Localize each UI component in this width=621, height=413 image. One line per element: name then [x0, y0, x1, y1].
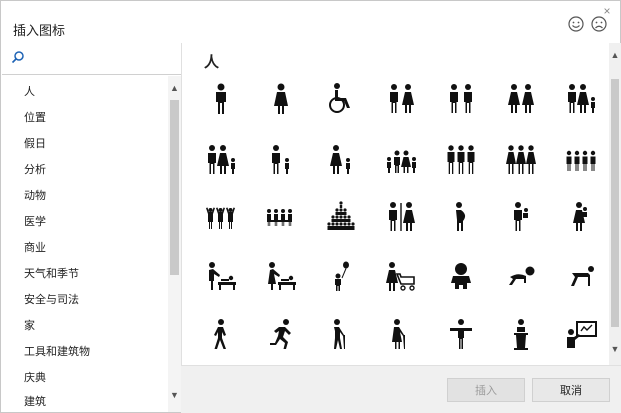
speaker-at-podium-icon[interactable]: [499, 313, 543, 357]
family-with-child-icon[interactable]: [559, 77, 603, 121]
icon-gallery: 人: [181, 43, 609, 365]
presenter-at-board-icon[interactable]: [559, 313, 603, 357]
three-women-icon[interactable]: [499, 138, 543, 182]
man-icon[interactable]: [199, 77, 243, 121]
category-item-business[interactable]: 商业: [24, 239, 46, 255]
woman-with-child-icon[interactable]: [319, 138, 363, 182]
category-item-holidays[interactable]: 假日: [24, 135, 46, 151]
search-input[interactable]: [2, 43, 181, 75]
scroll-thumb[interactable]: [611, 79, 619, 327]
woman-icon[interactable]: [259, 77, 303, 121]
baby-icon[interactable]: [439, 255, 483, 299]
wheelchair-icon[interactable]: [319, 77, 363, 121]
crowd-pyramid-icon[interactable]: [319, 195, 363, 239]
search-icon: [11, 51, 24, 64]
two-women-icon[interactable]: [499, 77, 543, 121]
man-with-child-icon[interactable]: [259, 138, 303, 182]
category-item-analytics[interactable]: 分析: [24, 161, 46, 177]
child-with-balloon-icon[interactable]: [319, 255, 363, 299]
crawling-baby-icon[interactable]: [499, 255, 543, 299]
category-item-medical[interactable]: 医学: [24, 213, 46, 229]
insert-icons-dialog: 插入图标 × 人 位置 假日 分析 动物 医学 商业 天气和季节 安全与司法 家…: [0, 0, 621, 413]
person-arms-out-icon[interactable]: [439, 313, 483, 357]
cancel-button[interactable]: 取消: [532, 378, 610, 402]
chevron-up-icon[interactable]: ▲: [168, 82, 181, 95]
three-men-icon[interactable]: [439, 138, 483, 182]
category-item-buildings[interactable]: 建筑: [24, 393, 46, 409]
cheering-group-icon[interactable]: [199, 195, 243, 239]
running-person-icon[interactable]: [259, 313, 303, 357]
category-item-people[interactable]: 人: [24, 83, 35, 99]
close-icon[interactable]: ×: [600, 4, 614, 18]
category-list: 人 位置 假日 分析 动物 医学 商业 天气和季节 安全与司法 家 工具和建筑物…: [2, 76, 168, 412]
icon-gallery-scrollbar[interactable]: ▲ ▼: [609, 43, 621, 365]
category-item-safety[interactable]: 安全与司法: [24, 291, 79, 307]
insert-button[interactable]: 插入: [447, 378, 525, 402]
woman-carrying-baby-icon[interactable]: [559, 195, 603, 239]
chevron-down-icon[interactable]: ▼: [168, 389, 181, 402]
restroom-sign-icon[interactable]: [379, 195, 423, 239]
man-carrying-baby-icon[interactable]: [499, 195, 543, 239]
man-changing-baby-icon[interactable]: [199, 255, 243, 299]
chevron-up-icon[interactable]: ▲: [609, 49, 621, 62]
chevron-down-icon[interactable]: ▼: [609, 343, 621, 356]
two-men-icon[interactable]: [439, 77, 483, 121]
category-item-home[interactable]: 家: [24, 317, 35, 333]
dialog-footer: 插入 取消: [181, 365, 621, 413]
group-of-four-icon[interactable]: [559, 138, 603, 182]
category-item-weather[interactable]: 天气和季节: [24, 265, 79, 281]
category-item-celebration[interactable]: 庆典: [24, 369, 46, 385]
family-walking-icon[interactable]: [379, 138, 423, 182]
category-item-animals[interactable]: 动物: [24, 187, 46, 203]
scroll-thumb[interactable]: [170, 100, 179, 275]
elderly-woman-with-cane-icon[interactable]: [379, 313, 423, 357]
walking-person-icon[interactable]: [199, 313, 243, 357]
category-item-tools[interactable]: 工具和建筑物: [24, 343, 90, 359]
woman-changing-baby-icon[interactable]: [259, 255, 303, 299]
stroller-icon[interactable]: [379, 255, 423, 299]
elderly-man-with-cane-icon[interactable]: [319, 313, 363, 357]
category-item-location[interactable]: 位置: [24, 109, 46, 125]
small-group-icon[interactable]: [259, 195, 303, 239]
smiley-face-icon[interactable]: [567, 15, 585, 33]
category-scrollbar[interactable]: ▲ ▼: [168, 76, 181, 412]
dialog-title: 插入图标: [13, 23, 66, 38]
crawling-person-icon[interactable]: [559, 255, 603, 299]
section-title: 人: [204, 54, 220, 71]
man-and-woman-icon[interactable]: [379, 77, 423, 121]
pregnant-woman-icon[interactable]: [439, 195, 483, 239]
parents-with-child-icon[interactable]: [199, 138, 243, 182]
